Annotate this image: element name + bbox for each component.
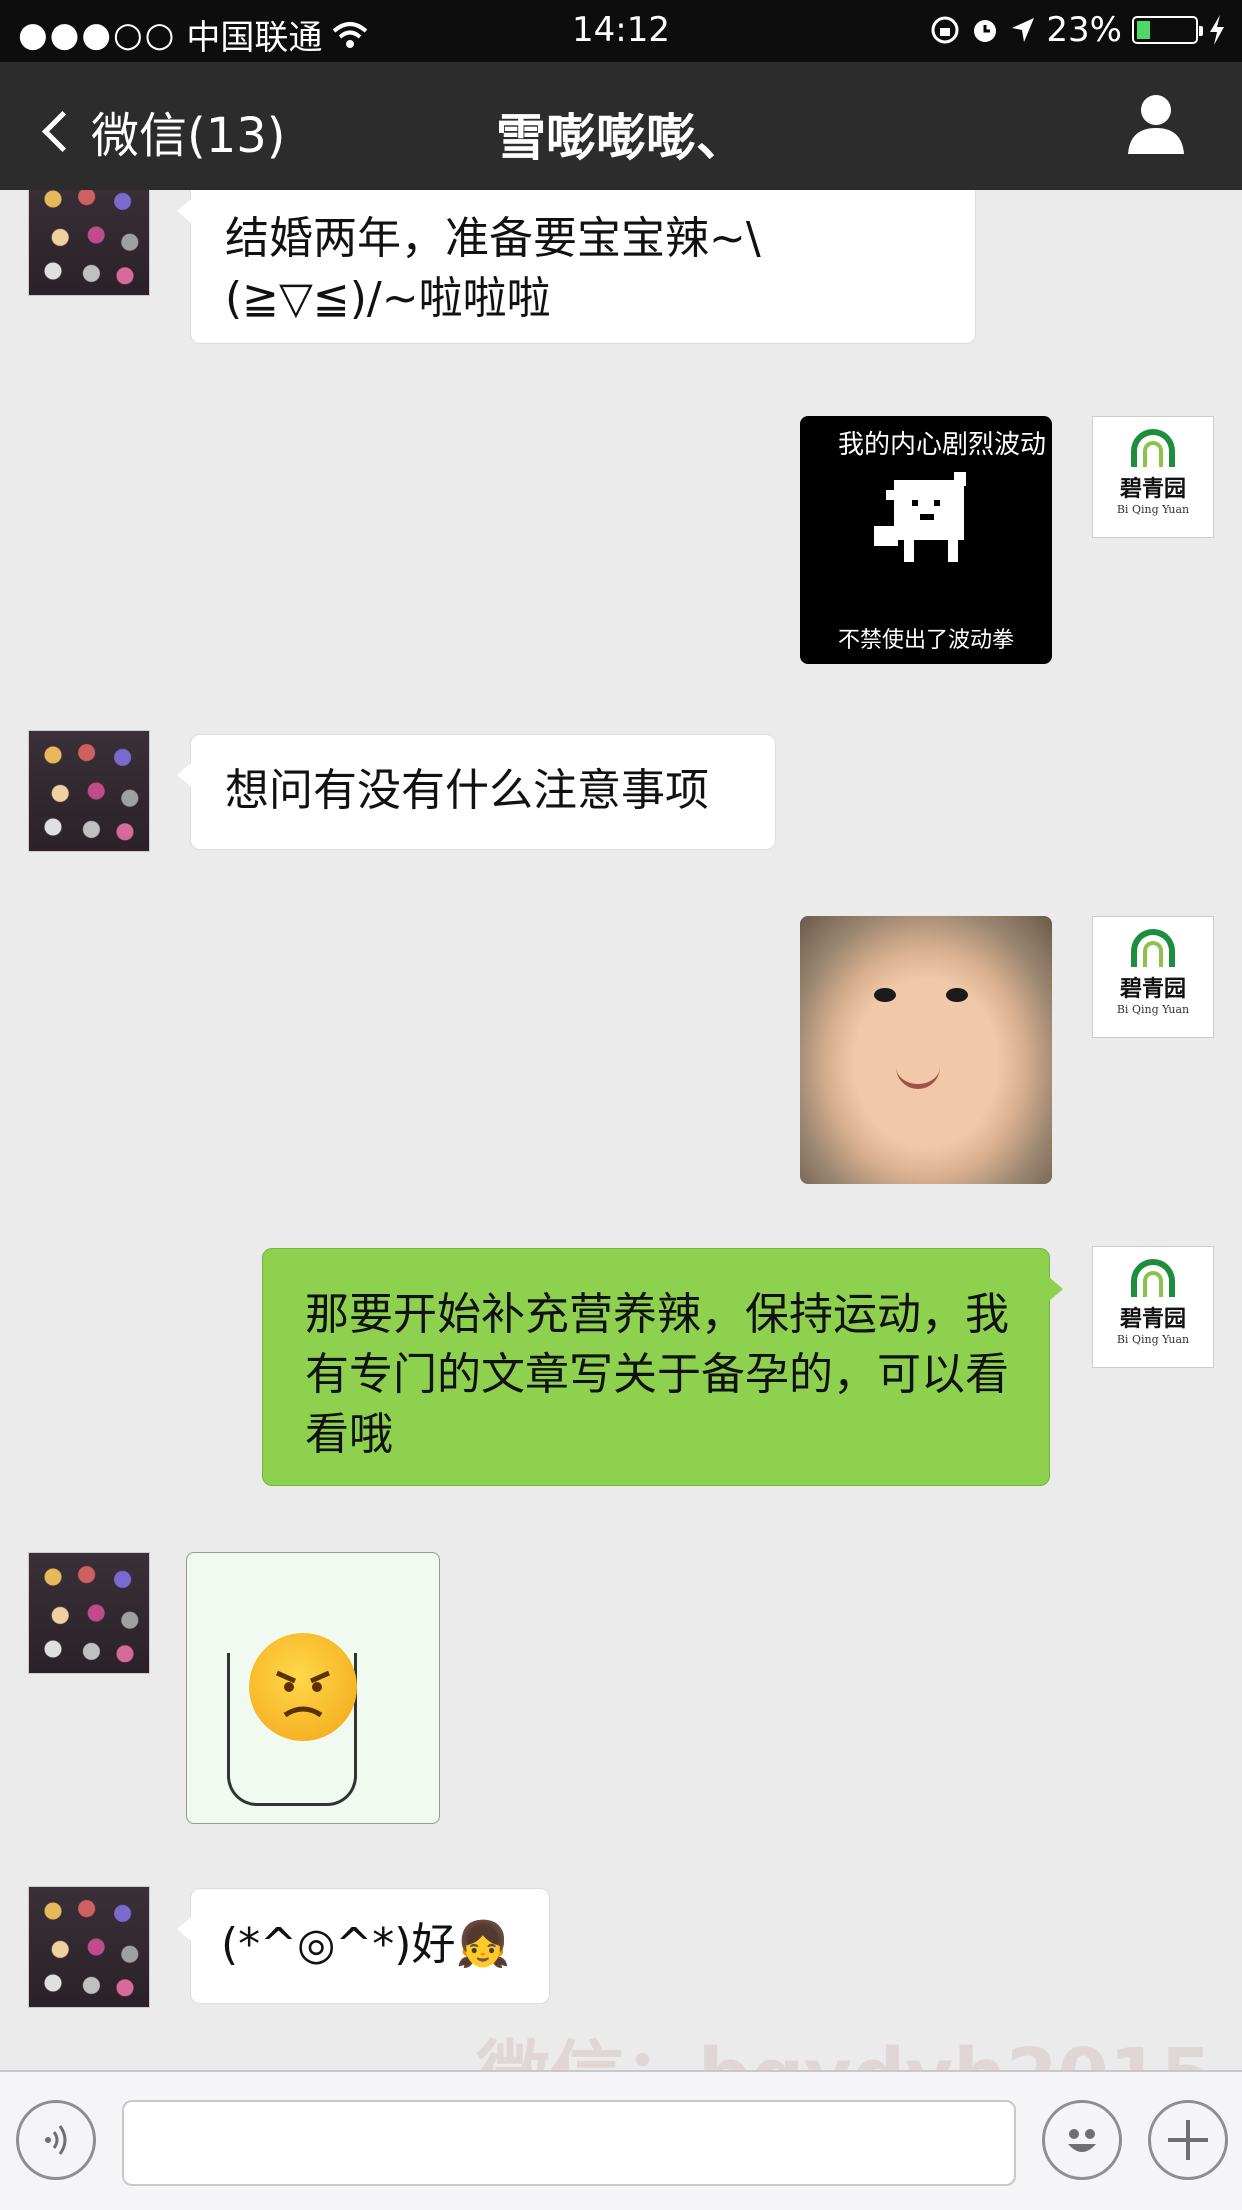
emoji-icon <box>1068 2129 1096 2152</box>
status-bar: ●●●○○ 中国联通 14:12 23% <box>0 0 1242 62</box>
baby-smile <box>896 1066 940 1089</box>
voice-button[interactable] <box>16 2100 96 2180</box>
bqy-logo: 碧青园 Bi Qing Yuan <box>1093 429 1213 516</box>
my-avatar[interactable]: 碧青园 Bi Qing Yuan <box>1092 416 1214 538</box>
contact-avatar[interactable] <box>28 1552 150 1674</box>
charging-bolt-icon <box>1210 15 1224 45</box>
status-right: 23% <box>930 10 1226 50</box>
message-text: 结婚两年，准备要宝宝辣~\(≧▽≦)/~啦啦啦 <box>225 213 761 324</box>
contact-avatar[interactable] <box>28 1886 150 2008</box>
voice-icon <box>45 2125 67 2155</box>
message-bubble[interactable]: 想问有没有什么注意事项 <box>177 734 776 850</box>
message-bubble[interactable]: 结婚两年，准备要宝宝辣~\(≧▽≦)/~啦啦啦 <box>177 190 976 344</box>
battery-icon <box>1132 16 1203 44</box>
alarm-icon <box>974 20 997 42</box>
person-icon[interactable] <box>1126 92 1186 156</box>
message-text: 那要开始补充营养辣，保持运动，我有专门的文章写关于备孕的，可以看看哦 <box>305 1289 1009 1460</box>
location-icon <box>1012 18 1035 42</box>
message-text: 想问有没有什么注意事项 <box>225 765 709 816</box>
battery-fill <box>1137 21 1150 39</box>
message-bubble[interactable]: (*^◎^*)好👧 <box>177 1888 550 2004</box>
my-avatar[interactable]: 碧青园 Bi Qing Yuan <box>1092 916 1214 1038</box>
meme-caption-bottom: 不禁使出了波动拳 <box>837 628 1014 653</box>
battery-percent: 23% <box>1046 10 1122 50</box>
input-toolbar <box>0 2070 1242 2210</box>
plus-icon <box>1168 2120 1208 2160</box>
pixel-dog-image <box>874 472 966 562</box>
message-input[interactable] <box>122 2100 1016 2186</box>
baby-photo-message[interactable] <box>800 916 1052 1184</box>
baby-eye <box>874 988 896 1002</box>
chat-title: 雪嘭嘭嘭、 <box>496 109 746 167</box>
meme-image-message[interactable]: 我的内心剧烈波动 不禁使出了波动拳 <box>800 416 1052 664</box>
rotation-lock-icon <box>931 16 959 44</box>
meme-caption-top: 我的内心剧烈波动 <box>837 430 1046 460</box>
emoji-button[interactable] <box>1042 2100 1122 2180</box>
message-list[interactable]: 结婚两年，准备要宝宝辣~\(≧▽≦)/~啦啦啦 碧青园 Bi Qing Yuan… <box>0 190 1242 2070</box>
angry-emoji-sticker[interactable] <box>186 1552 440 1824</box>
contact-avatar[interactable] <box>28 730 150 852</box>
more-button[interactable] <box>1148 2100 1228 2180</box>
chat-nav-bar: 微信(13) 雪嘭嘭嘭、 <box>0 62 1242 190</box>
my-avatar[interactable]: 碧青园 Bi Qing Yuan <box>1092 1246 1214 1368</box>
message-text: (*^◎^*)好👧 <box>221 1919 511 1970</box>
angry-face-icon <box>249 1633 357 1741</box>
message-bubble-sent[interactable]: 那要开始补充营养辣，保持运动，我有专门的文章写关于备孕的，可以看看哦 <box>262 1248 1063 1486</box>
bqy-logo: 碧青园 Bi Qing Yuan <box>1093 929 1213 1016</box>
contact-avatar[interactable] <box>28 190 150 296</box>
bqy-logo: 碧青园 Bi Qing Yuan <box>1093 1259 1213 1346</box>
baby-eye <box>946 988 968 1002</box>
